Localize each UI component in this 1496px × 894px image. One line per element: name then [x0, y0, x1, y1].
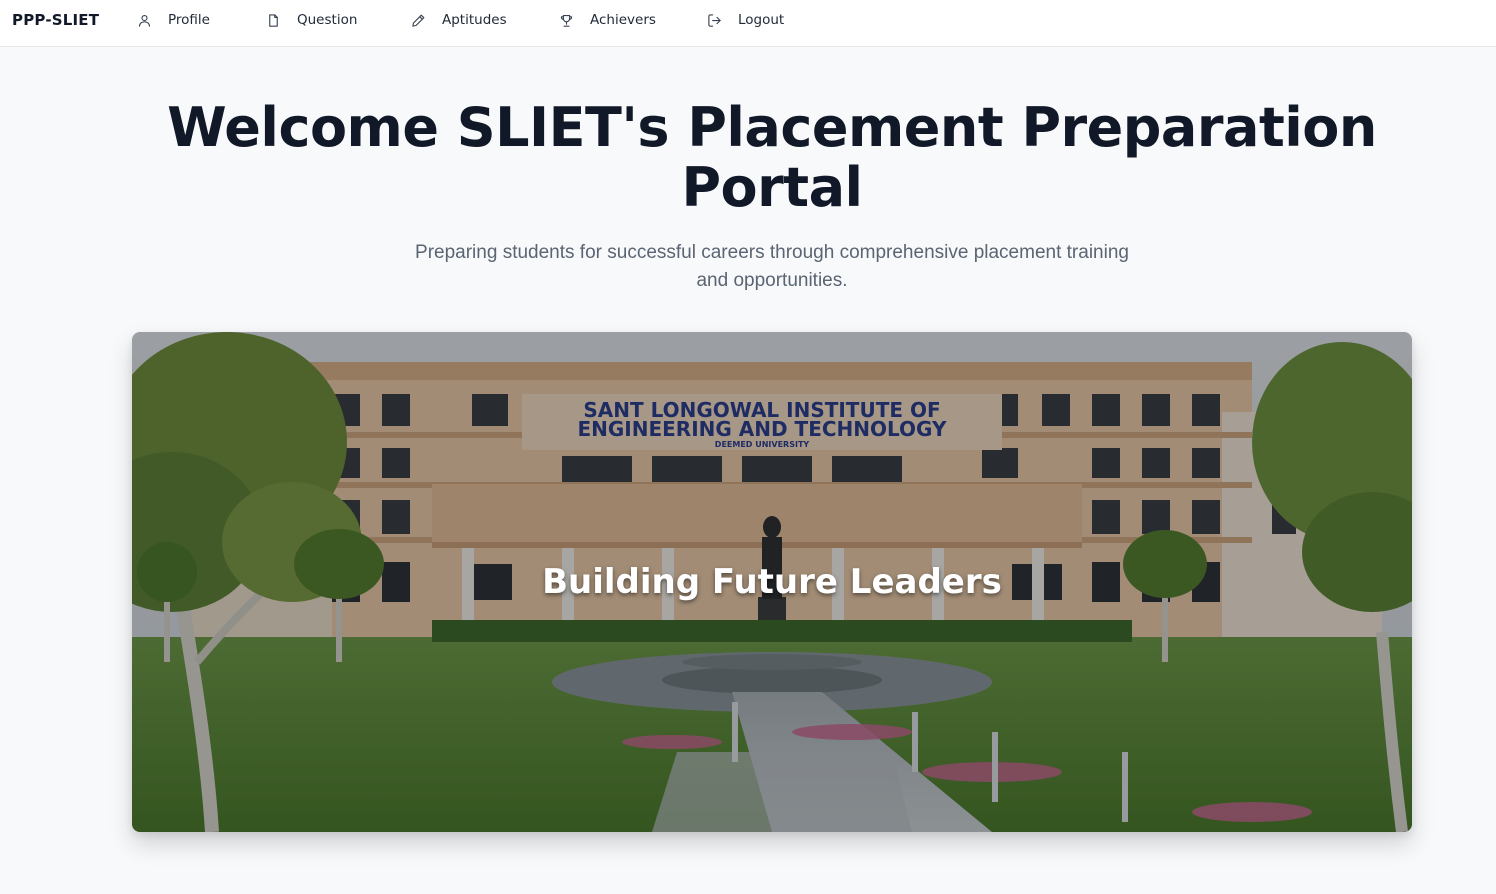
top-navbar: PPP-SLIET Profile Question Aptitudes Ach… [0, 0, 1496, 47]
page-subtitle: Preparing students for successful career… [398, 239, 1146, 295]
nav-item-aptitudes[interactable]: Aptitudes [411, 11, 507, 29]
campus-banner: SANT LONGOWAL INSTITUTE OF ENGINEERING A… [132, 332, 1412, 832]
nav-item-profile[interactable]: Profile [137, 11, 210, 29]
file-icon [269, 13, 278, 27]
pencil-icon [412, 14, 425, 27]
page-title-line-2: Portal [681, 156, 863, 219]
banner-caption: Building Future Leaders [542, 562, 1002, 602]
page-subtitle-line-2: and opportunities. [696, 270, 848, 291]
nav-item-label: Profile [168, 12, 210, 28]
trophy-icon [560, 14, 573, 27]
user-icon [138, 14, 151, 27]
nav-item-label: Aptitudes [442, 12, 507, 28]
page-subtitle-line-1: Preparing students for successful career… [415, 242, 1129, 263]
nav-item-label: Achievers [590, 12, 656, 28]
nav-item-question[interactable]: Question [266, 11, 357, 29]
nav-item-label: Question [297, 12, 358, 28]
nav-item-logout[interactable]: Logout [707, 11, 784, 29]
page-title-line-1: Welcome SLIET's Placement Preparation [167, 96, 1377, 159]
logout-icon [708, 13, 721, 27]
nav-item-label: Logout [738, 12, 785, 28]
brand-logo-link[interactable]: PPP-SLIET [12, 11, 99, 29]
nav-item-achievers[interactable]: Achievers [559, 11, 656, 29]
page-title: Welcome SLIET's Placement Preparation Po… [148, 98, 1396, 218]
